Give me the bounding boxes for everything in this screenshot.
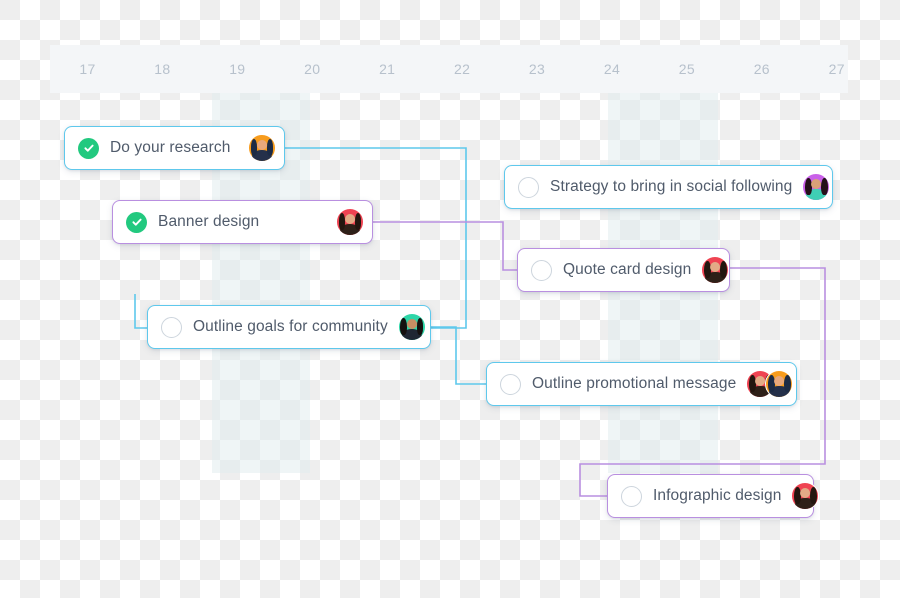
avatar-orange[interactable]	[765, 370, 794, 398]
avatar-hair	[804, 177, 812, 196]
avatar-head	[257, 140, 267, 151]
avatar-head	[774, 376, 785, 387]
timeline-day-20: 20	[304, 61, 321, 77]
outline-goals-to-promotional	[431, 326, 486, 385]
avatar-hair	[784, 374, 791, 393]
timeline-day-17: 17	[79, 61, 96, 77]
checkbox-empty-icon[interactable]	[518, 176, 539, 198]
timeline-day-24: 24	[603, 61, 621, 77]
task-assignees	[397, 313, 426, 341]
avatar-head	[811, 179, 822, 190]
task-label: Quote card design	[563, 261, 692, 278]
avatar-hair	[400, 317, 408, 336]
task-label: Do your research	[110, 139, 231, 156]
task-assignees	[746, 370, 794, 398]
avatar-hair	[720, 260, 727, 279]
task-card-do-your-research[interactable]: Do your research	[64, 126, 285, 170]
avatar-hair	[821, 177, 828, 196]
avatar-magenta[interactable]	[802, 173, 831, 201]
task-card-infographic-design[interactable]: Infographic design	[607, 474, 820, 518]
timeline-day-25: 25	[678, 61, 695, 77]
timeline-day-26: 26	[753, 61, 770, 77]
checkbox-empty-icon[interactable]	[531, 259, 552, 281]
checkbox-empty-icon[interactable]	[161, 316, 182, 338]
avatar-hair	[266, 138, 274, 157]
task-assignees	[701, 256, 730, 284]
avatar-hair	[250, 138, 258, 157]
avatar-head	[800, 488, 811, 499]
task-card-strategy-social-following[interactable]: Strategy to bring in social following	[504, 165, 833, 209]
avatar-red[interactable]	[791, 482, 820, 510]
avatar-head	[755, 376, 766, 387]
avatar-hair	[767, 374, 775, 393]
task-label: Outline goals for community	[193, 318, 388, 335]
task-card-quote-card-design[interactable]: Quote card design	[517, 248, 730, 292]
avatar-hair	[748, 374, 756, 393]
avatar-orange[interactable]	[248, 134, 276, 162]
avatar-hair	[794, 486, 801, 505]
avatar-red[interactable]	[336, 208, 364, 236]
avatar-head	[710, 262, 721, 273]
task-card-outline-goals-community[interactable]: Outline goals for community	[147, 305, 431, 349]
checkbox-empty-icon[interactable]	[621, 485, 642, 507]
timeline-day-22: 22	[454, 61, 471, 77]
task-assignees	[791, 482, 820, 510]
avatar-head	[406, 319, 417, 330]
banner-to-quote-card	[373, 221, 517, 271]
timeline-day-23: 23	[528, 61, 546, 77]
task-label: Outline promotional message	[532, 375, 737, 392]
timeline-header: 17 18 19 20 21 22 23 24 25 26 27	[50, 45, 848, 93]
avatar-head	[345, 214, 355, 225]
checkbox-checked-icon[interactable]	[126, 211, 147, 233]
task-label: Banner design	[158, 213, 260, 230]
checkbox-checked-icon[interactable]	[78, 137, 99, 159]
task-label: Infographic design	[653, 487, 782, 504]
avatar-hair	[810, 486, 817, 505]
task-assignees	[248, 134, 276, 162]
timeline-day-18: 18	[154, 61, 171, 77]
task-card-banner-design[interactable]: Banner design	[112, 200, 373, 244]
avatar-red[interactable]	[701, 256, 730, 284]
avatar-hair	[354, 212, 362, 231]
task-assignees	[802, 173, 831, 201]
task-card-outline-promotional-message[interactable]: Outline promotional message	[486, 362, 797, 406]
avatar-hair	[416, 317, 424, 336]
avatar-hair	[703, 260, 711, 279]
timeline-day-21: 21	[379, 61, 396, 77]
avatar-hair	[338, 212, 346, 231]
timeline-day-27: 27	[828, 61, 845, 77]
avatar-green[interactable]	[397, 313, 426, 341]
task-assignees	[336, 208, 364, 236]
timeline-day-19: 19	[229, 61, 246, 77]
task-label: Strategy to bring in social following	[550, 178, 793, 195]
checkbox-empty-icon[interactable]	[500, 373, 521, 395]
